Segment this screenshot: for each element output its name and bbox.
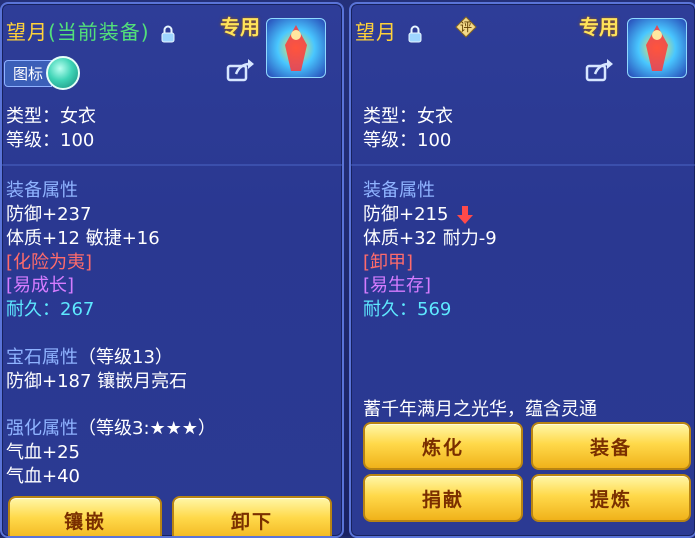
current-equip-tag: (当前装备): [48, 20, 150, 44]
enhance-level: （等级3:★★★）: [78, 418, 216, 439]
item-icon: [627, 18, 687, 78]
defense-stat: 防御+237: [6, 204, 92, 225]
exclusive-label: 专用: [220, 15, 260, 39]
defense-stat: 防御+215: [363, 200, 474, 226]
inlay-button[interactable]: 镶嵌: [8, 496, 162, 536]
item-figure-icon: [285, 25, 307, 71]
durability-label: 耐久：: [6, 299, 60, 320]
enhance-attributes: 强化属性（等级3:★★★）: [6, 414, 216, 440]
share-icon[interactable]: [226, 58, 254, 82]
donate-button[interactable]: 捐献: [363, 474, 523, 522]
durability: 耐久：267: [6, 295, 94, 321]
exclusive-label: 专用: [579, 15, 619, 39]
item-title: 望月(当前装备): [6, 16, 175, 45]
compare-equipment-panel: 望月 评 专用 类型：女衣 等级：100 装备属性 防御+215 体质+32 耐…: [349, 2, 695, 538]
extract-button[interactable]: 提炼: [531, 474, 691, 522]
enhance-heading: 强化属性: [6, 418, 78, 439]
durability-value: 267: [60, 299, 95, 320]
gem-heading: 宝石属性: [6, 347, 78, 368]
unequip-button[interactable]: 卸下: [172, 496, 332, 536]
durability-label: 耐久：: [363, 299, 417, 320]
special-effect: [易成长]: [6, 275, 75, 296]
item-title: 望月: [355, 16, 422, 45]
item-name: 望月: [355, 20, 397, 44]
icon-toggle-label: 图标: [4, 59, 53, 87]
durability: 耐久：569: [363, 295, 451, 321]
item-figure-icon: [646, 25, 668, 71]
attribute-stats: 体质+12 敏捷+16: [6, 228, 160, 249]
defense-value: 防御+215: [363, 204, 449, 225]
durability-value: 569: [417, 299, 452, 320]
share-icon[interactable]: [585, 58, 613, 82]
item-name: 望月: [6, 20, 48, 44]
gem-attributes: 宝石属性（等级13）: [6, 343, 173, 369]
enhance-stat-2: 气血+40: [6, 466, 80, 487]
item-type: 类型：女衣: [363, 106, 453, 127]
comment-badge-label: 评: [460, 20, 473, 34]
refine-button[interactable]: 炼化: [363, 422, 523, 470]
lock-icon: [161, 25, 175, 42]
current-equipment-panel: 望月(当前装备) 专用 图标 类型：女衣 等级：100 装备属性 防御+237 …: [0, 2, 344, 538]
icon-toggle[interactable]: 图标: [4, 56, 81, 90]
comment-badge-icon[interactable]: 评: [455, 16, 477, 38]
divider: [2, 164, 342, 166]
down-arrow-icon: [457, 206, 474, 224]
item-level: 等级：100: [363, 130, 452, 151]
gem-detail: 防御+187 镶嵌月亮石: [6, 371, 188, 392]
item-type: 类型：女衣: [6, 106, 96, 127]
enhance-stat-1: 气血+25: [6, 442, 80, 463]
lock-icon: [408, 25, 422, 42]
divider: [351, 164, 695, 166]
equip-attr-heading: 装备属性: [363, 180, 435, 201]
attribute-stats: 体质+32 耐力-9: [363, 228, 497, 249]
special-effect: [易生存]: [363, 275, 432, 296]
gem-level: （等级13）: [78, 347, 173, 368]
equip-attr-heading: 装备属性: [6, 180, 78, 201]
item-icon: [266, 18, 326, 78]
equip-button[interactable]: 装备: [531, 422, 691, 470]
toggle-knob[interactable]: [46, 56, 81, 90]
item-description: 蓄千年满月之光华，蕴含灵通: [363, 399, 597, 420]
item-level: 等级：100: [6, 130, 95, 151]
